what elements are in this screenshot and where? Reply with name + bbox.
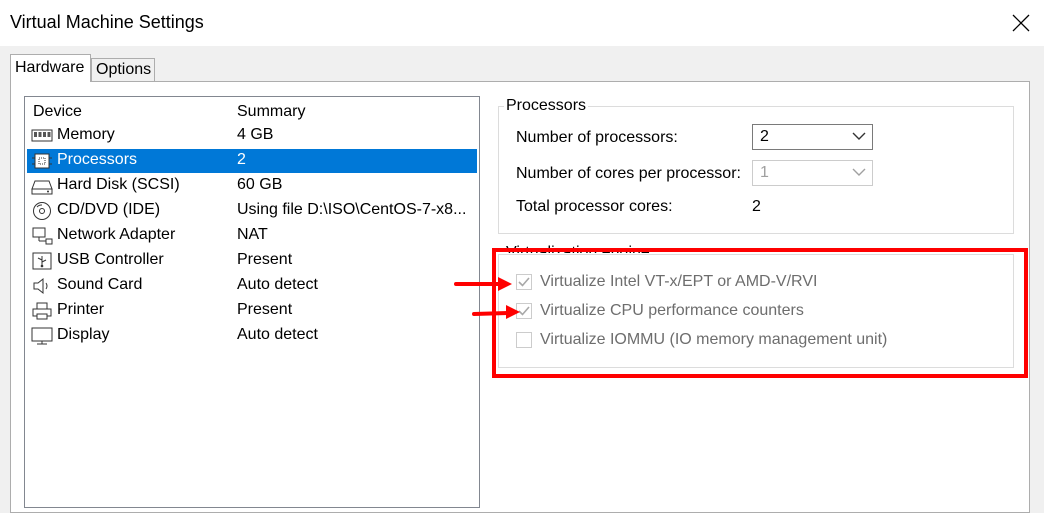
usb-icon [32, 252, 52, 270]
window-edge [1030, 80, 1044, 500]
summary-column-header[interactable]: Summary [237, 103, 305, 121]
device-name: Network Adapter [57, 226, 176, 243]
processor-icon [32, 153, 52, 169]
memory-icon [31, 129, 53, 142]
device-name: CD/DVD (IDE) [57, 201, 161, 218]
network-adapter-icon [32, 227, 53, 245]
cores-per-processor-select[interactable]: 1 [752, 160, 873, 186]
highlight-box [492, 248, 1028, 378]
device-column-header[interactable]: Device [33, 103, 82, 121]
hard-disk-icon [31, 180, 53, 195]
device-summary: NAT [237, 226, 268, 243]
cores-per-processor-label: Number of cores per processor: [516, 165, 741, 182]
device-row-processors[interactable]: Processors 2 [27, 149, 477, 173]
processors-group-label: Processors [504, 97, 589, 115]
chevron-down-icon [852, 168, 866, 176]
device-row-memory[interactable]: Memory 4 GB [27, 124, 477, 148]
device-summary: Using file D:\ISO\CentOS-7-x8... [237, 201, 467, 218]
tab-strip: Hardware Options [0, 46, 1044, 82]
device-name: Processors [57, 151, 138, 168]
device-row-cd-dvd[interactable]: CD/DVD (IDE) Using file D:\ISO\CentOS-7-… [27, 199, 477, 223]
num-processors-value: 2 [760, 128, 769, 145]
device-summary: Present [237, 301, 293, 318]
device-summary: 2 [237, 151, 246, 168]
device-name: Memory [57, 126, 115, 143]
cores-per-processor-value: 1 [760, 164, 769, 181]
num-processors-label: Number of processors: [516, 129, 678, 146]
device-name: USB Controller [57, 251, 164, 268]
tab-options[interactable]: Options [91, 58, 155, 81]
device-row-network-adapter[interactable]: Network Adapter NAT [27, 224, 477, 248]
cd-dvd-icon [33, 202, 51, 220]
device-row-display[interactable]: Display Auto detect [27, 324, 477, 348]
device-summary: Auto detect [237, 276, 318, 293]
device-summary: 4 GB [237, 126, 274, 143]
printer-icon [32, 302, 52, 320]
device-row-usb-controller[interactable]: USB Controller Present [27, 249, 477, 273]
total-cores-label: Total processor cores: [516, 198, 673, 215]
device-name: Printer [57, 301, 105, 318]
close-icon[interactable] [1006, 8, 1036, 38]
close-button[interactable] [1006, 8, 1036, 38]
device-row-sound-card[interactable]: Sound Card Auto detect [27, 274, 477, 298]
total-cores-value: 2 [752, 198, 761, 215]
device-row-printer[interactable]: Printer Present [27, 299, 477, 323]
device-name: Display [57, 326, 110, 343]
device-summary: Auto detect [237, 326, 318, 343]
device-list[interactable]: Device Summary Memory 4 GB Processors 2 … [24, 96, 480, 508]
num-processors-select[interactable]: 2 [752, 124, 873, 150]
monitor-icon [31, 327, 53, 345]
device-name: Sound Card [57, 276, 143, 293]
window-title: Virtual Machine Settings [10, 12, 204, 32]
tab-hardware[interactable]: Hardware [10, 54, 91, 82]
device-summary: Present [237, 251, 293, 268]
device-row-hard-disk[interactable]: Hard Disk (SCSI) 60 GB [27, 174, 477, 198]
title-bar: Virtual Machine Settings [0, 0, 1044, 46]
speaker-icon [33, 277, 48, 295]
device-summary: 60 GB [237, 176, 283, 193]
chevron-down-icon [852, 132, 866, 140]
device-name: Hard Disk (SCSI) [57, 176, 180, 193]
